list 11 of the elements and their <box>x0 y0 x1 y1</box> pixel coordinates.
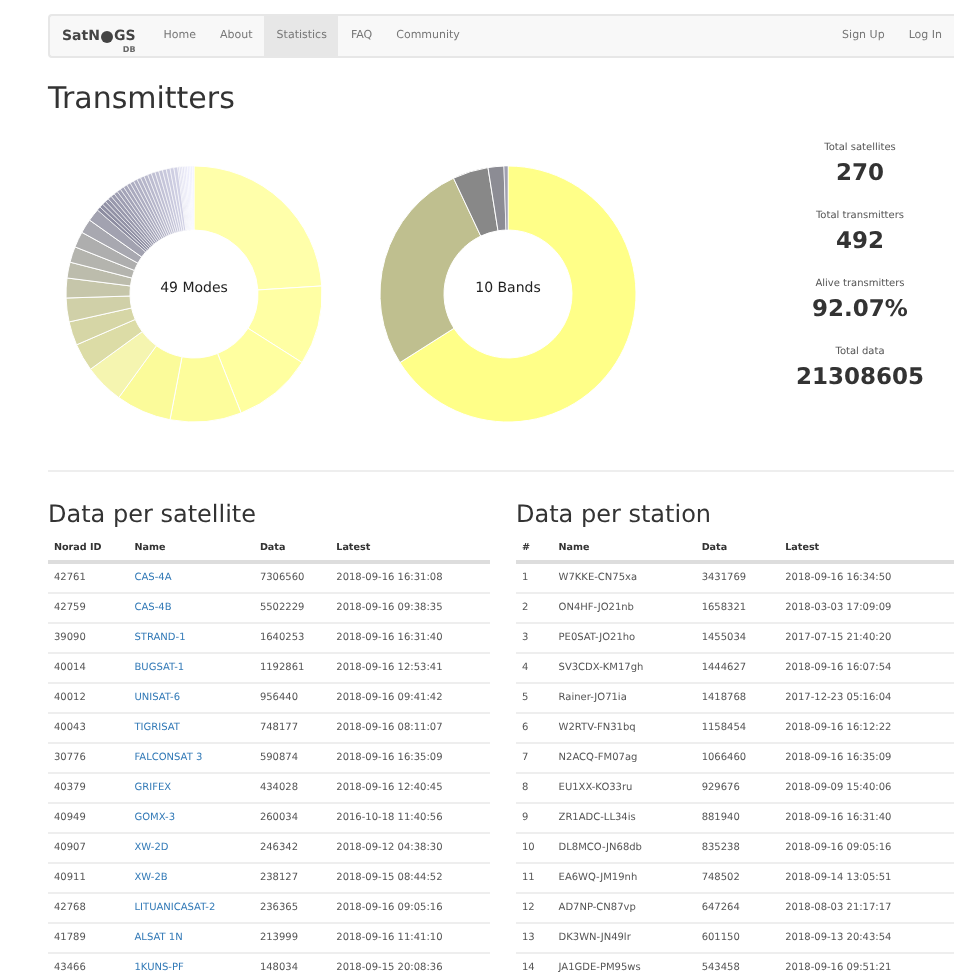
section-heading: Data per satellite <box>48 500 258 528</box>
thin-donut-slices <box>503 165 509 231</box>
stat-value: 21308605 <box>795 362 924 390</box>
stat-value: 270 <box>835 158 884 186</box>
section-heading: Data per station <box>516 500 714 528</box>
donut-slice <box>217 327 303 414</box>
donut-slice <box>169 353 242 423</box>
page-heading: Transmitters <box>48 80 237 116</box>
thin-donut-slices <box>97 165 195 253</box>
stat-value: 92.07% <box>812 294 908 322</box>
stat-value: 492 <box>835 226 884 254</box>
